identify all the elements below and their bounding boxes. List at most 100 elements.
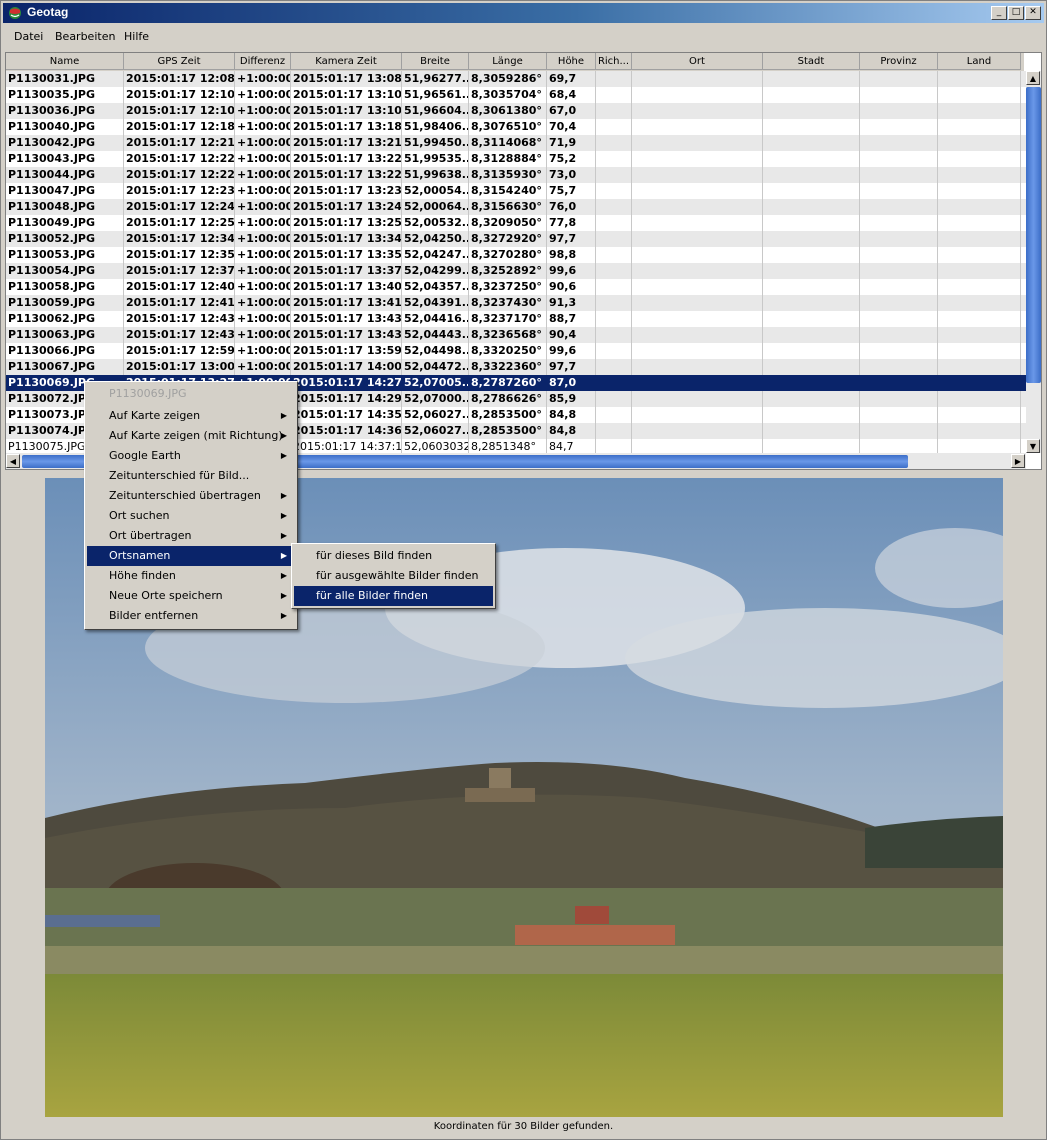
table-row[interactable]: P1130066.JPG2015:01:17 12:59:...+1:00:00…	[6, 343, 1026, 359]
scroll-left-button[interactable]: ◀	[6, 454, 20, 468]
vertical-scrollbar[interactable]: ▲ ▼	[1026, 71, 1041, 453]
menu-bearbeiten[interactable]: Bearbeiten	[55, 30, 115, 43]
table-row[interactable]: P1130062.JPG2015:01:17 12:43:...+1:00:00…	[6, 311, 1026, 327]
column-header[interactable]: Rich...	[596, 53, 632, 70]
table-cell: 8,3061380°	[469, 103, 547, 119]
table-row[interactable]: P1130048.JPG2015:01:17 12:24:...+1:00:00…	[6, 199, 1026, 215]
table-cell: 2015:01:17 14:00:...	[293, 359, 402, 375]
table-row[interactable]: P1130054.JPG2015:01:17 12:37:...+1:00:00…	[6, 263, 1026, 279]
table-row[interactable]: P1130067.JPG2015:01:17 13:00:...+1:00:00…	[6, 359, 1026, 375]
table-cell	[938, 119, 1021, 135]
submenu-item[interactable]: für ausgewählte Bilder finden	[294, 566, 493, 586]
table-row[interactable]: P1130049.JPG2015:01:17 12:25:...+1:00:00…	[6, 215, 1026, 231]
title-bar[interactable]: Geotag _ □ ✕	[3, 3, 1044, 23]
vertical-scroll-thumb[interactable]	[1026, 87, 1041, 383]
table-row[interactable]: P1130059.JPG2015:01:17 12:41:...+1:00:00…	[6, 295, 1026, 311]
column-header[interactable]: Länge	[469, 53, 547, 70]
column-header[interactable]: Provinz	[860, 53, 938, 70]
column-header[interactable]: Differenz	[235, 53, 291, 70]
context-menu-item[interactable]: Auf Karte zeigen (mit Richtung) ▶	[87, 426, 295, 446]
table-cell: +1:00:00	[237, 119, 291, 135]
table-cell: 84,8	[547, 407, 596, 423]
maximize-button[interactable]: □	[1008, 6, 1024, 20]
context-menu-item[interactable]: Ortsnamen ▶	[87, 546, 295, 566]
column-header[interactable]: Stadt	[763, 53, 860, 70]
submenu-arrow-icon: ▶	[280, 451, 287, 460]
table-cell	[763, 327, 860, 343]
table-cell: +1:00:00	[237, 183, 291, 199]
menu-hilfe[interactable]: Hilfe	[124, 30, 149, 43]
table-cell	[860, 439, 938, 453]
table-cell	[938, 279, 1021, 295]
context-menu-item-label: Ort übertragen	[109, 529, 192, 542]
context-menu-item[interactable]: Bilder entfernen ▶	[87, 606, 295, 626]
table-cell	[860, 71, 938, 87]
table-cell: 2015:01:17 13:43:...	[293, 311, 402, 327]
submenu-item[interactable]: für dieses Bild finden	[294, 546, 493, 566]
minimize-button[interactable]: _	[991, 6, 1007, 20]
table-row[interactable]: P1130040.JPG2015:01:17 12:18:...+1:00:00…	[6, 119, 1026, 135]
context-menu-item[interactable]: Zeitunterschied übertragen ▶	[87, 486, 295, 506]
table-row[interactable]: P1130042.JPG2015:01:17 12:21:...+1:00:00…	[6, 135, 1026, 151]
table-cell: 51,99450...	[404, 135, 469, 151]
context-menu-item[interactable]: Ort übertragen ▶	[87, 526, 295, 546]
table-cell: 2015:01:17 12:23:...	[126, 183, 235, 199]
table-row[interactable]: P1130053.JPG2015:01:17 12:35:...+1:00:00…	[6, 247, 1026, 263]
table-cell	[763, 295, 860, 311]
context-menu-item[interactable]: Höhe finden ▶	[87, 566, 295, 586]
table-row[interactable]: P1130044.JPG2015:01:17 12:22:...+1:00:00…	[6, 167, 1026, 183]
context-menu-item[interactable]: Google Earth ▶	[87, 446, 295, 466]
table-cell: P1130047.JPG	[6, 183, 124, 199]
menu-datei[interactable]: Datei	[14, 30, 43, 43]
table-cell	[632, 135, 763, 151]
context-menu-item[interactable]: Neue Orte speichern ▶	[87, 586, 295, 606]
table-cell	[763, 215, 860, 231]
column-header[interactable]: Name	[6, 53, 124, 70]
geotag-app-icon	[9, 7, 21, 19]
table-cell: 52,04416...	[404, 311, 469, 327]
table-row[interactable]: P1130052.JPG2015:01:17 12:34:...+1:00:00…	[6, 231, 1026, 247]
column-header[interactable]: Ort	[632, 53, 763, 70]
table-cell: +1:00:00	[237, 151, 291, 167]
table-cell	[938, 359, 1021, 375]
table-cell: 2015:01:17 12:59:...	[126, 343, 235, 359]
close-button[interactable]: ✕	[1025, 6, 1041, 20]
context-menu-item[interactable]: Auf Karte zeigen ▶	[87, 406, 295, 426]
table-row[interactable]: P1130031.JPG2015:01:17 12:08:...+1:00:00…	[6, 71, 1026, 87]
submenu-item[interactable]: für alle Bilder finden	[294, 586, 493, 606]
table-row[interactable]: P1130058.JPG2015:01:17 12:40:...+1:00:00…	[6, 279, 1026, 295]
table-cell: 52,04498...	[404, 343, 469, 359]
table-row[interactable]: P1130036.JPG2015:01:17 12:10:...+1:00:00…	[6, 103, 1026, 119]
table-cell	[763, 183, 860, 199]
table-cell	[938, 407, 1021, 423]
table-cell: 8,3154240°	[469, 183, 547, 199]
column-header[interactable]: Breite	[402, 53, 469, 70]
table-row[interactable]: P1130043.JPG2015:01:17 12:22:...+1:00:00…	[6, 151, 1026, 167]
table-cell	[596, 423, 632, 439]
table-cell	[938, 391, 1021, 407]
context-menu-item[interactable]: Ort suchen ▶	[87, 506, 295, 526]
table-cell	[632, 263, 763, 279]
table-cell	[860, 199, 938, 215]
column-header[interactable]: GPS Zeit	[124, 53, 235, 70]
scroll-up-button[interactable]: ▲	[1026, 71, 1040, 85]
column-header[interactable]: Land	[938, 53, 1021, 70]
table-cell: 2015:01:17 13:22:...	[293, 151, 402, 167]
table-cell	[860, 87, 938, 103]
column-header[interactable]: Höhe	[547, 53, 596, 70]
scroll-right-button[interactable]: ▶	[1011, 454, 1025, 468]
table-cell	[763, 359, 860, 375]
table-cell: 52,00054...	[404, 183, 469, 199]
table-cell	[860, 119, 938, 135]
context-menu: P1130069.JPG Auf Karte zeigen ▶ Auf Karte …	[84, 381, 298, 630]
table-cell: +1:00:00	[237, 135, 291, 151]
submenu-arrow-icon: ▶	[280, 431, 287, 440]
table-row[interactable]: P1130035.JPG2015:01:17 12:10:...+1:00:00…	[6, 87, 1026, 103]
table-row[interactable]: P1130063.JPG2015:01:17 12:43:...+1:00:00…	[6, 327, 1026, 343]
table-cell	[596, 199, 632, 215]
table-row[interactable]: P1130047.JPG2015:01:17 12:23:...+1:00:00…	[6, 183, 1026, 199]
column-header[interactable]: Kamera Zeit	[291, 53, 402, 70]
table-cell	[763, 375, 860, 391]
scroll-down-button[interactable]: ▼	[1026, 439, 1040, 453]
context-menu-item[interactable]: Zeitunterschied für Bild...	[87, 466, 295, 486]
